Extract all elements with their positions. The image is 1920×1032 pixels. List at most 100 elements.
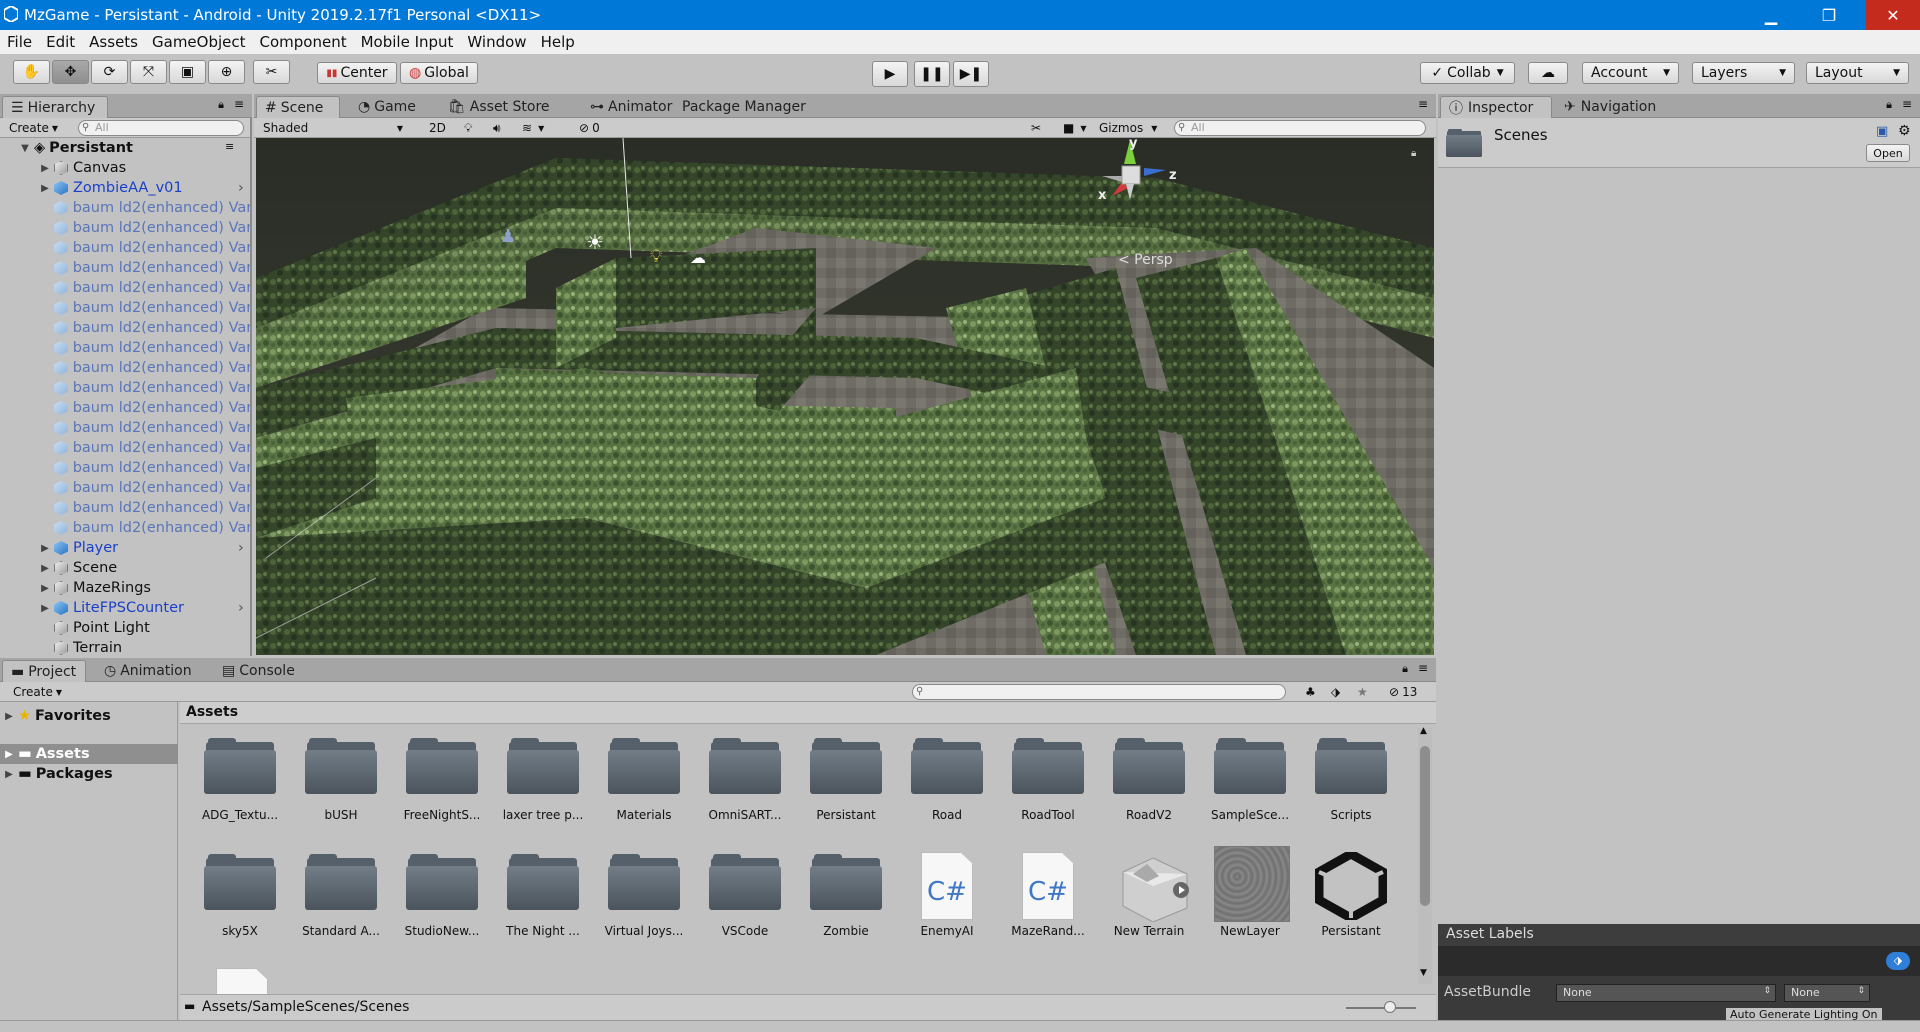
hierarchy-item[interactable]: ▶ ZombieAA_v01 › — [0, 178, 250, 198]
asset-item[interactable]: C# MazeRand... — [1002, 852, 1094, 952]
asset-item[interactable]: laxer tree p... — [497, 736, 589, 836]
panel-menu-icon[interactable]: ≡ — [1418, 97, 1428, 111]
asset-item[interactable]: The Night ... — [497, 852, 589, 952]
menu-file[interactable]: File — [0, 33, 39, 51]
assetbundle-name-dropdown[interactable]: None ⇕ — [1556, 984, 1776, 1002]
hierarchy-item[interactable]: Terrain — [0, 638, 250, 658]
asset-item[interactable]: RoadV2 — [1103, 736, 1195, 836]
menu-gameobject[interactable]: GameObject — [145, 33, 253, 51]
2d-toggle[interactable]: 2D — [424, 119, 451, 137]
expand-arrow-icon[interactable]: ▶ — [4, 769, 14, 780]
icon-size-slider[interactable] — [1346, 1001, 1416, 1013]
account-dropdown[interactable]: Account ▼ — [1582, 62, 1679, 84]
hierarchy-item[interactable]: baum ld2(enhanced) Var — [0, 378, 250, 398]
lock-icon[interactable]: 🔒︎ — [1411, 148, 1416, 159]
hierarchy-item[interactable]: baum ld2(enhanced) Var — [0, 518, 250, 538]
search-by-type-button[interactable]: ♣ — [1300, 683, 1321, 701]
label-tag-icon[interactable]: ⬗ — [1886, 952, 1910, 970]
lock-icon[interactable]: 🔒︎ — [1886, 98, 1892, 112]
panel-menu-icon[interactable]: ≡ — [1902, 97, 1912, 111]
asset-item[interactable]: RoadTool — [1002, 736, 1094, 836]
assetbundle-variant-dropdown[interactable]: None ⇕ — [1784, 984, 1870, 1002]
tree-item-assets[interactable]: ▶ ▬ Assets — [0, 744, 178, 764]
tab-animation[interactable]: ◷ Animation — [96, 660, 200, 682]
expand-arrow-icon[interactable]: ▶ — [40, 583, 50, 594]
menu-help[interactable]: Help — [534, 33, 582, 51]
move-tool-button[interactable]: ✥ — [52, 60, 89, 84]
camera-dropdown[interactable]: ■ ▼ — [1058, 119, 1092, 137]
scene-menu-icon[interactable]: ≡ — [225, 140, 234, 153]
hierarchy-search-input[interactable]: ⚲ All — [78, 120, 244, 136]
gear-icon[interactable]: ⚙ — [1898, 123, 1911, 139]
hierarchy-item[interactable]: ▶ Canvas — [0, 158, 250, 178]
scale-tool-button[interactable]: ⤧ — [130, 60, 167, 84]
hierarchy-item[interactable]: baum ld2(enhanced) Var — [0, 258, 250, 278]
asset-item[interactable]: bUSH — [295, 736, 387, 836]
tree-item-packages[interactable]: ▶ ▬ Packages — [0, 764, 178, 784]
asset-item[interactable]: C# EnemyAI — [901, 852, 993, 952]
lock-icon[interactable]: 🔒︎ — [1402, 662, 1408, 676]
asset-item[interactable]: OmniSART... — [699, 736, 791, 836]
hierarchy-item[interactable]: baum ld2(enhanced) Var — [0, 298, 250, 318]
menu-mobile-input[interactable]: Mobile Input — [354, 33, 461, 51]
asset-scrollbar[interactable]: ▲ ▼ — [1418, 726, 1432, 984]
tab-inspector[interactable]: ⓘ Inspector — [1440, 96, 1552, 118]
asset-item[interactable]: Road — [901, 736, 993, 836]
hierarchy-item[interactable]: ▶ LiteFPSCounter › — [0, 598, 250, 618]
hierarchy-item[interactable]: baum ld2(enhanced) Var — [0, 358, 250, 378]
scroll-thumb[interactable] — [1420, 746, 1430, 906]
space-global-button[interactable]: ◍ Global — [400, 62, 478, 84]
expand-arrow-icon[interactable]: ▶ — [40, 163, 50, 174]
scroll-down-icon[interactable]: ▼ — [1420, 968, 1427, 978]
rotate-tool-button[interactable]: ⟳ — [91, 60, 128, 84]
directional-light-icon[interactable]: ☀ — [586, 230, 604, 254]
scene-root-row[interactable]: ▼ ◈ Persistant ≡ — [0, 138, 252, 158]
expand-arrow-icon[interactable]: ▶ — [40, 563, 50, 574]
play-button[interactable]: ▶ — [872, 61, 908, 87]
asset-item[interactable]: sky5X — [194, 852, 286, 952]
perspective-label[interactable]: < Persp — [1118, 252, 1173, 268]
lighting-toggle[interactable]: 💡︎ — [459, 119, 477, 137]
menu-window[interactable]: Window — [460, 33, 533, 51]
pivot-center-button[interactable]: ▮▮ Center — [317, 62, 397, 84]
pause-button[interactable]: ❚❚ — [914, 61, 950, 87]
favorites-button[interactable]: ★ — [1352, 683, 1373, 701]
hand-tool-button[interactable]: ✋ — [13, 60, 50, 84]
asset-item[interactable]: Zombie — [800, 852, 892, 952]
tab-scene[interactable]: # Scene — [256, 96, 340, 118]
step-button[interactable]: ▶❚ — [953, 61, 989, 87]
asset-item-partial[interactable] — [216, 968, 268, 994]
layout-dropdown[interactable]: Layout ▼ — [1806, 62, 1909, 84]
expand-arrow-icon[interactable]: ▶ — [40, 183, 50, 194]
hierarchy-item[interactable]: Point Light — [0, 618, 250, 638]
scene-search-input[interactable]: ⚲ All — [1174, 120, 1426, 136]
asset-breadcrumb[interactable]: Assets — [180, 702, 1436, 724]
tab-hierarchy[interactable]: ☰ Hierarchy — [2, 96, 108, 118]
hierarchy-item[interactable]: ▶ Player › — [0, 538, 250, 558]
expand-arrow-icon[interactable]: ▼ — [20, 143, 30, 154]
expand-arrow-icon[interactable]: ▶ — [40, 543, 50, 554]
project-create-button[interactable]: Create ▼ — [8, 683, 67, 701]
prefab-open-arrow-icon[interactable]: › — [238, 540, 244, 556]
tree-item-favorites[interactable]: ▶ ★ Favorites — [0, 706, 178, 726]
minimize-button[interactable]: ▁ — [1748, 0, 1794, 30]
menu-assets[interactable]: Assets — [82, 33, 145, 51]
lock-icon[interactable]: 🔒︎ — [218, 98, 224, 112]
prefab-open-arrow-icon[interactable]: › — [238, 600, 244, 616]
asset-item[interactable]: Persistant — [800, 736, 892, 836]
custom-tool-button[interactable]: ✂ — [253, 60, 290, 84]
cloud-gizmo-icon[interactable]: ☁ — [690, 248, 706, 267]
hierarchy-item[interactable]: baum ld2(enhanced) Var — [0, 498, 250, 518]
asset-item[interactable]: NewLayer — [1204, 846, 1296, 952]
search-by-label-button[interactable]: ⬗ — [1326, 683, 1345, 701]
asset-item[interactable]: Virtual Joys... — [598, 852, 690, 952]
asset-item[interactable]: ADG_Textu... — [194, 736, 286, 836]
orientation-gizmo[interactable]: y z x — [1092, 138, 1192, 248]
panel-menu-icon[interactable]: ≡ — [1418, 661, 1428, 675]
hierarchy-item[interactable]: baum ld2(enhanced) Var — [0, 458, 250, 478]
tab-package-manager[interactable]: Package Manager — [674, 96, 814, 118]
hierarchy-item[interactable]: baum ld2(enhanced) Var — [0, 338, 250, 358]
help-book-icon[interactable]: ▣ — [1876, 124, 1888, 139]
gizmos-dropdown[interactable]: Gizmos ▼ — [1094, 119, 1162, 137]
layers-dropdown[interactable]: Layers ▼ — [1692, 62, 1795, 84]
